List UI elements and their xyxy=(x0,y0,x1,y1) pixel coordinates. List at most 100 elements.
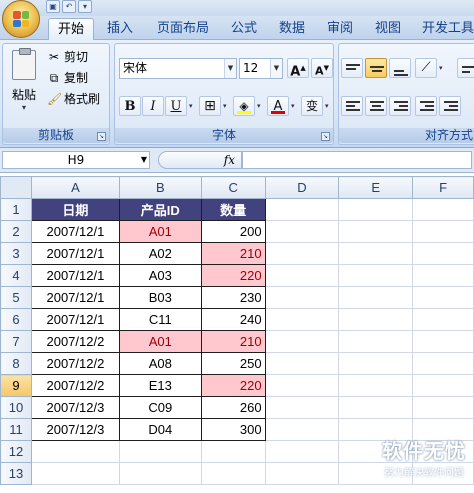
decrease-indent-button[interactable] xyxy=(415,96,437,116)
font-name-select[interactable]: 宋体 ▼ xyxy=(119,58,237,79)
paste-dropdown-icon[interactable]: ▾ xyxy=(7,103,41,112)
header-cell-quantity[interactable]: 数量 xyxy=(200,198,266,221)
cell[interactable] xyxy=(338,396,414,419)
cell-product-id[interactable]: D04 xyxy=(118,418,202,441)
tab-developer[interactable]: 开发工具 xyxy=(416,18,474,40)
cell-product-id-duplicate[interactable]: A01 xyxy=(118,330,202,353)
shrink-font-button[interactable]: A▼ xyxy=(311,58,333,78)
cell[interactable] xyxy=(264,396,340,419)
cell[interactable] xyxy=(264,330,340,353)
insert-function-button[interactable]: fx xyxy=(224,152,235,168)
phonetic-dropdown-icon[interactable]: ▾ xyxy=(325,102,329,110)
cell[interactable] xyxy=(338,198,414,221)
cell-product-id[interactable]: A02 xyxy=(118,242,202,265)
row-header[interactable]: 7 xyxy=(0,330,32,353)
paste-button[interactable]: 粘贴 ▾ xyxy=(7,48,41,118)
cell-quantity[interactable]: 230 xyxy=(200,286,266,309)
cell[interactable] xyxy=(338,242,414,265)
phonetic-button[interactable]: 变 xyxy=(301,96,323,116)
column-header[interactable]: E xyxy=(338,176,414,199)
cell-date[interactable]: 2007/12/2 xyxy=(30,374,120,397)
row-header[interactable]: 3 xyxy=(0,242,32,265)
chevron-down-icon[interactable]: ▼ xyxy=(141,152,147,168)
column-header[interactable]: B xyxy=(118,176,202,199)
tab-page-layout[interactable]: 页面布局 xyxy=(148,18,218,40)
align-left-button[interactable] xyxy=(341,96,363,116)
tab-data[interactable]: 数据 xyxy=(272,18,312,40)
align-bottom-button[interactable] xyxy=(389,58,411,78)
cell[interactable] xyxy=(412,220,474,243)
cell-quantity-duplicate[interactable]: 220 xyxy=(200,374,266,397)
font-size-select[interactable]: 12 ▼ xyxy=(239,58,283,79)
clipboard-launcher-icon[interactable]: ↘ xyxy=(97,132,106,141)
cell-quantity[interactable]: 260 xyxy=(200,396,266,419)
font-color-button[interactable]: A xyxy=(267,96,289,116)
cell-quantity[interactable]: 300 xyxy=(200,418,266,441)
cell-product-id[interactable]: C09 xyxy=(118,396,202,419)
cell-quantity-duplicate[interactable]: 220 xyxy=(200,264,266,287)
row-header[interactable]: 11 xyxy=(0,418,32,441)
cell-product-id[interactable]: C11 xyxy=(118,308,202,331)
borders-button[interactable]: ⊞ xyxy=(199,96,221,116)
cell-date[interactable]: 2007/12/1 xyxy=(30,308,120,331)
row-header[interactable]: 6 xyxy=(0,308,32,331)
cell[interactable] xyxy=(412,198,474,221)
cell-product-id[interactable]: E13 xyxy=(118,374,202,397)
orientation-button[interactable]: ⟋ xyxy=(415,58,437,78)
cell-date[interactable]: 2007/12/1 xyxy=(30,264,120,287)
cell[interactable] xyxy=(264,374,340,397)
cell-product-id-duplicate[interactable]: A01 xyxy=(118,220,202,243)
column-header[interactable]: A xyxy=(30,176,120,199)
cell[interactable] xyxy=(338,220,414,243)
cell[interactable] xyxy=(412,330,474,353)
row-header[interactable]: 12 xyxy=(0,440,32,463)
header-cell-product-id[interactable]: 产品ID xyxy=(118,198,202,221)
tab-home[interactable]: 开始 xyxy=(48,18,94,41)
cell-date[interactable]: 2007/12/1 xyxy=(30,242,120,265)
underline-button[interactable]: U xyxy=(165,96,187,116)
row-header[interactable]: 8 xyxy=(0,352,32,375)
orientation-dropdown-icon[interactable]: ▾ xyxy=(439,64,443,72)
undo-icon[interactable]: ↶ xyxy=(62,0,76,13)
formula-input[interactable] xyxy=(242,151,472,169)
header-cell-date[interactable]: 日期 xyxy=(30,198,120,221)
cell[interactable] xyxy=(338,308,414,331)
cell[interactable] xyxy=(338,374,414,397)
row-header[interactable]: 4 xyxy=(0,264,32,287)
cell-quantity[interactable]: 200 xyxy=(200,220,266,243)
cell[interactable] xyxy=(264,462,340,485)
cell[interactable] xyxy=(264,352,340,375)
cell[interactable] xyxy=(264,220,340,243)
fill-color-button[interactable]: ◈ xyxy=(233,96,255,116)
row-header[interactable]: 10 xyxy=(0,396,32,419)
cell[interactable] xyxy=(412,308,474,331)
chevron-down-icon[interactable]: ▼ xyxy=(224,59,236,78)
italic-button[interactable]: I xyxy=(142,96,164,116)
format-painter-button[interactable]: 🖌 格式刷 xyxy=(47,90,100,108)
cell[interactable] xyxy=(338,330,414,353)
row-header[interactable]: 2 xyxy=(0,220,32,243)
wrap-text-button[interactable] xyxy=(457,58,474,78)
cell[interactable] xyxy=(412,396,474,419)
copy-button[interactable]: ⧉ 复制 xyxy=(47,69,88,87)
cell-product-id[interactable]: B03 xyxy=(118,286,202,309)
increase-indent-button[interactable] xyxy=(439,96,461,116)
tab-review[interactable]: 审阅 xyxy=(320,18,360,40)
row-header[interactable]: 5 xyxy=(0,286,32,309)
align-right-button[interactable] xyxy=(389,96,411,116)
cell[interactable] xyxy=(264,198,340,221)
cell[interactable] xyxy=(412,352,474,375)
cell[interactable] xyxy=(338,352,414,375)
select-all-corner[interactable] xyxy=(0,176,32,199)
cell-date[interactable]: 2007/12/2 xyxy=(30,330,120,353)
office-button[interactable] xyxy=(2,0,40,38)
cell[interactable] xyxy=(264,264,340,287)
grow-font-button[interactable]: A▲ xyxy=(287,58,309,79)
align-top-button[interactable] xyxy=(341,58,363,78)
cell[interactable] xyxy=(264,418,340,441)
bold-button[interactable]: B xyxy=(119,96,141,116)
font-launcher-icon[interactable]: ↘ xyxy=(321,132,330,141)
underline-dropdown-icon[interactable]: ▾ xyxy=(189,102,193,110)
row-header[interactable]: 1 xyxy=(0,198,32,221)
qat-dropdown-icon[interactable]: ▾ xyxy=(78,0,92,13)
